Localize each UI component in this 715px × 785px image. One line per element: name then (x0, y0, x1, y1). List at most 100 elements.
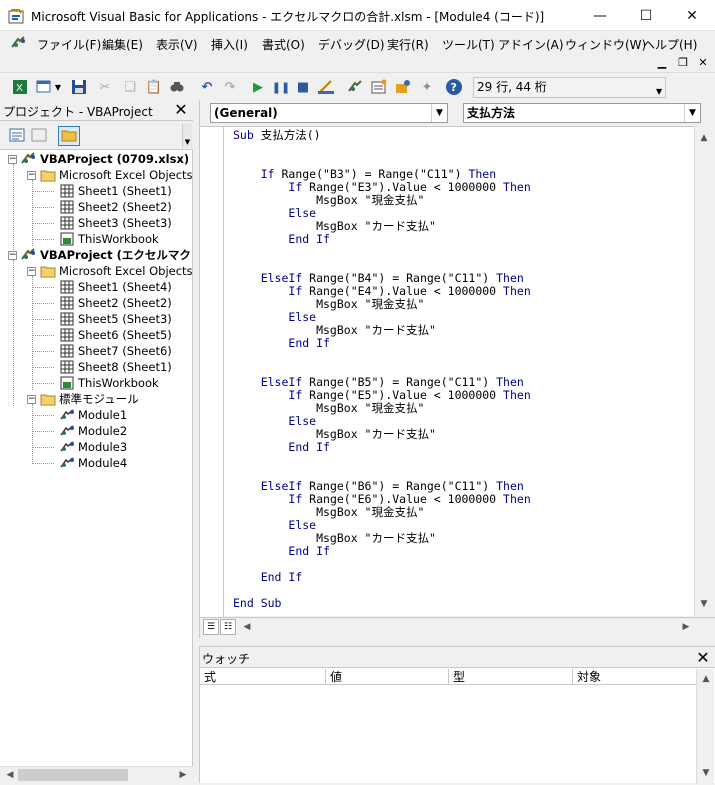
tree-item-excel-objects[interactable]: Microsoft Excel Objects (40, 263, 192, 279)
pane-toolbar-chevron-icon[interactable]: ▼ (182, 124, 192, 148)
project-explorer-icon[interactable] (347, 78, 365, 96)
object-dropdown[interactable]: (General) ▼ (210, 103, 448, 123)
child-restore-button[interactable]: ❐ (675, 55, 691, 71)
help-icon[interactable]: ? (445, 78, 463, 96)
full-module-view-icon[interactable]: ☷ (220, 619, 236, 635)
project-horizontal-scrollbar[interactable]: ◀ ▶ (0, 766, 193, 783)
chevron-down-icon[interactable]: ▼ (684, 104, 700, 122)
column-expression[interactable]: 式 (200, 669, 326, 685)
child-close-button[interactable]: ✕ (695, 55, 711, 71)
code-line[interactable]: End If (233, 441, 531, 454)
scroll-left-icon[interactable]: ◀ (2, 767, 18, 783)
menu-tools[interactable]: ツール(T) (442, 36, 495, 53)
column-value[interactable]: 値 (326, 669, 449, 685)
code-horizontal-scrollbar[interactable] (256, 619, 676, 635)
code-line[interactable] (233, 246, 531, 259)
menu-debug[interactable]: デバッグ(D) (318, 36, 385, 53)
menu-file[interactable]: ファイル(F) (37, 36, 101, 53)
scroll-left-icon[interactable]: ◀ (239, 619, 255, 635)
scroll-thumb[interactable] (18, 769, 128, 781)
scroll-down-icon[interactable]: ▼ (696, 596, 712, 612)
undo-icon[interactable]: ↶ (198, 78, 216, 96)
column-context[interactable]: 対象 (573, 669, 696, 685)
run-icon[interactable]: ▶ (249, 78, 267, 96)
break-icon[interactable]: ❚❚ (272, 78, 290, 96)
tree-item-module[interactable]: Module2 (59, 423, 127, 439)
menu-addins[interactable]: アドイン(A) (498, 36, 564, 53)
menu-help[interactable]: ヘルプ(H) (643, 36, 697, 53)
tree-item-sheet[interactable]: Sheet7 (Sheet6) (59, 343, 172, 359)
maximize-button[interactable]: ☐ (623, 0, 669, 31)
scroll-right-icon[interactable]: ▶ (175, 767, 191, 783)
save-icon[interactable] (70, 78, 88, 96)
menu-view[interactable]: 表示(V) (156, 36, 198, 53)
code-line[interactable] (233, 350, 531, 363)
collapse-toggle-icon[interactable]: − (27, 171, 36, 180)
tree-item-sheet[interactable]: Sheet3 (Sheet3) (59, 215, 172, 231)
collapse-toggle-icon[interactable]: − (27, 267, 36, 276)
minimize-button[interactable]: — (577, 0, 623, 31)
code-line[interactable] (233, 142, 531, 155)
paste-icon[interactable]: 📋 (145, 78, 163, 96)
margin-indicator-bar[interactable] (200, 127, 224, 617)
code-editor[interactable]: Sub 支払方法() If Range("B3") = Range("C11")… (200, 126, 694, 617)
menu-window[interactable]: ウィンドウ(W) (565, 36, 646, 53)
tree-item-thisworkbook[interactable]: ThisWorkbook (59, 231, 159, 247)
tree-item-module[interactable]: Module1 (59, 407, 127, 423)
code-line[interactable] (233, 454, 531, 467)
copy-icon[interactable]: ❏ (121, 78, 139, 96)
tree-item-vbaproject-macro[interactable]: VBAProject (エクセルマクロ (21, 247, 192, 263)
menu-format[interactable]: 書式(O) (262, 36, 305, 53)
collapse-toggle-icon[interactable]: − (8, 251, 17, 260)
close-window-button[interactable]: ✕ (669, 0, 715, 31)
collapse-toggle-icon[interactable]: − (27, 395, 36, 404)
find-icon[interactable] (168, 78, 186, 96)
excel-icon[interactable]: X (11, 78, 29, 96)
tree-item-thisworkbook[interactable]: ThisWorkbook (59, 375, 159, 391)
menu-run[interactable]: 実行(R) (387, 36, 429, 53)
code-line[interactable]: End If (233, 233, 531, 246)
code-line[interactable]: End If (233, 545, 531, 558)
tree-item-sheet[interactable]: Sheet6 (Sheet5) (59, 327, 172, 343)
chevron-down-icon[interactable]: ▼ (53, 78, 63, 96)
code-vertical-scrollbar[interactable]: ▲ ▼ (694, 126, 712, 616)
code-line[interactable]: Sub 支払方法() (233, 129, 531, 142)
tree-item-standard-modules[interactable]: 標準モジュール (40, 391, 139, 407)
view-object-icon[interactable] (30, 127, 48, 145)
view-code-icon[interactable] (8, 127, 26, 145)
child-minimize-button[interactable]: ▁ (654, 55, 670, 71)
tree-item-module-selected[interactable]: Module4 (59, 455, 127, 471)
tree-item-vbaproject-0709[interactable]: VBAProject (0709.xlsx) (21, 151, 189, 167)
code-line[interactable]: End If (233, 571, 531, 584)
code-text[interactable]: Sub 支払方法() If Range("B3") = Range("C11")… (233, 129, 531, 610)
tree-item-sheet[interactable]: Sheet5 (Sheet3) (59, 311, 172, 327)
scroll-down-icon[interactable]: ▼ (698, 765, 714, 781)
tree-item-sheet[interactable]: Sheet8 (Sheet1) (59, 359, 172, 375)
code-line[interactable]: End If (233, 337, 531, 350)
chevron-down-icon[interactable]: ▼ (431, 104, 447, 122)
watch-vertical-scrollbar[interactable]: ▲ ▼ (696, 669, 714, 784)
collapse-toggle-icon[interactable]: − (8, 155, 17, 164)
scroll-up-icon[interactable]: ▲ (698, 671, 714, 687)
vba-menu-icon[interactable] (10, 35, 28, 51)
tree-item-sheet[interactable]: Sheet2 (Sheet2) (59, 199, 172, 215)
design-mode-icon[interactable] (317, 78, 335, 96)
tree-item-sheet[interactable]: Sheet2 (Sheet2) (59, 295, 172, 311)
reset-icon[interactable]: ■ (294, 78, 312, 96)
menu-insert[interactable]: 挿入(I) (211, 36, 248, 53)
watch-close-button[interactable]: ✕ (694, 647, 712, 668)
tree-item-sheet[interactable]: Sheet1 (Sheet1) (59, 183, 172, 199)
procedure-view-icon[interactable]: ☰ (203, 619, 219, 635)
scroll-right-icon[interactable]: ▶ (678, 619, 694, 635)
cut-icon[interactable]: ✂ (96, 78, 114, 96)
redo-icon[interactable]: ↷ (221, 78, 239, 96)
object-browser-icon[interactable] (394, 78, 412, 96)
column-type[interactable]: 型 (449, 669, 573, 685)
code-line[interactable]: End Sub (233, 597, 531, 610)
tree-item-excel-objects[interactable]: Microsoft Excel Objects (40, 167, 192, 183)
procedure-dropdown[interactable]: 支払方法 ▼ (463, 103, 701, 123)
toolbar-options-chevron-icon[interactable]: ▼ (656, 87, 662, 96)
project-close-button[interactable]: ✕ (172, 100, 190, 120)
menu-edit[interactable]: 編集(E) (102, 36, 143, 53)
toggle-folders-icon[interactable] (58, 126, 80, 146)
